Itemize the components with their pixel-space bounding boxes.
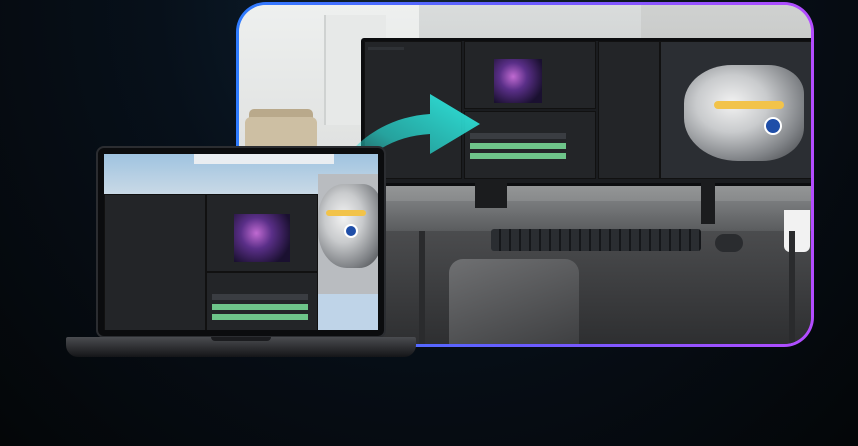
desk-surface	[379, 201, 811, 231]
chair	[449, 259, 579, 344]
desk-leg	[789, 231, 795, 344]
monitor-outliner-panel	[598, 41, 660, 179]
monitor-stand	[475, 180, 507, 208]
laptop-window-titlebar	[194, 154, 334, 164]
laptop-hinge-notch	[211, 337, 271, 341]
mouse	[715, 234, 743, 252]
timeline-audio-track	[470, 143, 566, 149]
monitor-video-preview	[494, 59, 542, 103]
robot-3d-model	[684, 65, 804, 161]
timeline-audio-track	[212, 314, 308, 320]
hero-scene	[0, 0, 858, 446]
desk-leg	[419, 231, 425, 344]
laptop-timeline-panel	[206, 272, 318, 330]
laptop-video-preview	[234, 214, 290, 262]
cup	[784, 210, 810, 252]
timeline-track	[470, 133, 566, 139]
robot-stripe	[714, 101, 784, 109]
timeline-audio-track	[470, 153, 566, 159]
robot-badge-icon	[764, 117, 782, 135]
timeline-audio-track	[212, 304, 308, 310]
laptop-left-panel	[104, 194, 206, 330]
monitor-stand-right	[701, 180, 715, 224]
monitor-menu-bar	[368, 47, 404, 50]
laptop-display	[104, 154, 378, 330]
laptop-screen	[96, 146, 386, 338]
timeline-track	[212, 294, 308, 300]
keyboard	[491, 229, 701, 251]
robot-badge-icon	[344, 224, 358, 238]
robot-stripe	[326, 210, 366, 216]
